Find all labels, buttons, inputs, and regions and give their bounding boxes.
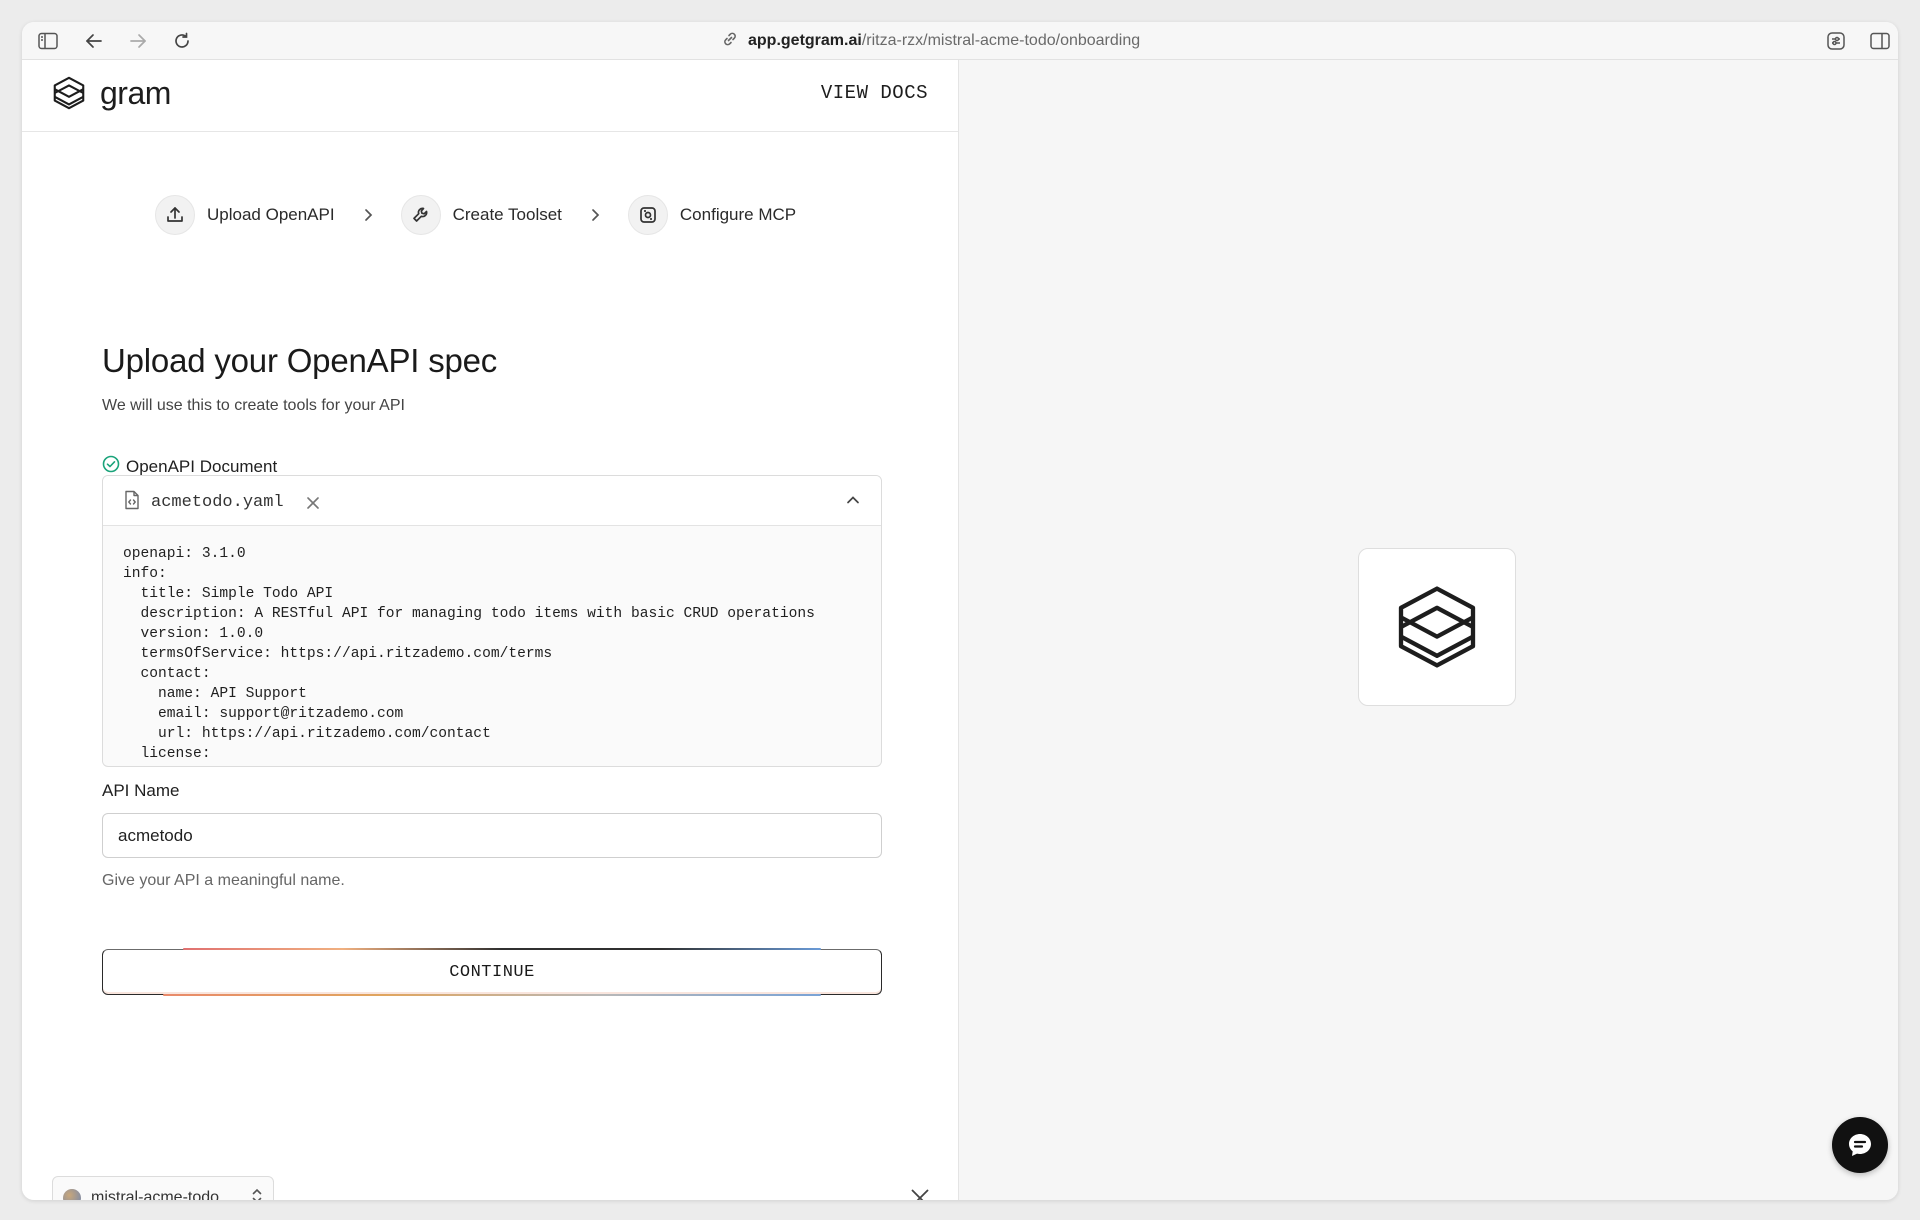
sidebar-toggle-icon[interactable] <box>38 31 58 51</box>
chevron-right-icon <box>590 208 600 222</box>
chat-support-button[interactable] <box>1832 1117 1888 1173</box>
gram-logo-large-icon <box>1398 586 1476 668</box>
document-header: acmetodo.yaml <box>103 476 881 526</box>
chat-bubble-icon <box>1849 1134 1871 1156</box>
logo-text: gram <box>100 74 171 111</box>
project-name: mistral-acme-todo <box>91 1189 220 1200</box>
chevron-up-down-icon <box>251 1187 263 1200</box>
split-view-icon[interactable] <box>1870 31 1890 51</box>
step-label: Create Toolset <box>452 205 562 224</box>
continue-button[interactable]: CONTINUE <box>102 948 882 996</box>
back-arrow-icon[interactable] <box>84 31 104 51</box>
address-bar[interactable]: app.getgram.ai/ritza-rzx/mistral-acme-to… <box>722 22 1140 60</box>
chevron-right-icon <box>363 208 373 222</box>
step-configure-mcp[interactable]: Configure MCP <box>627 195 797 235</box>
url-host: app.getgram.ai <box>748 32 862 49</box>
upload-icon <box>155 195 195 235</box>
app-header: gram VIEW DOCS <box>22 60 958 132</box>
onboarding-panel: gram VIEW DOCS Upload OpenAPI Create Too… <box>22 60 959 1200</box>
page-title: Upload your OpenAPI spec <box>102 342 498 379</box>
close-icon[interactable] <box>306 496 320 510</box>
code-preview[interactable]: openapi: 3.1.0 info: title: Simple Todo … <box>103 526 881 764</box>
file-chip: acmetodo.yaml <box>123 490 320 515</box>
api-name-hint: Give your API a meaningful name. <box>102 872 345 889</box>
chevron-up-icon[interactable] <box>845 492 861 508</box>
wrench-icon <box>400 195 441 235</box>
file-name: acmetodo.yaml <box>151 493 284 512</box>
api-name-input[interactable] <box>102 813 882 858</box>
step-label: Upload OpenAPI <box>207 205 335 224</box>
page-subtitle: We will use this to create tools for you… <box>102 397 405 414</box>
step-create-toolset[interactable]: Create Toolset <box>400 195 562 235</box>
code-file-icon <box>123 490 141 515</box>
gram-logo-icon <box>53 76 85 110</box>
reload-icon[interactable] <box>172 31 192 51</box>
project-switcher[interactable]: mistral-acme-todo <box>52 1176 274 1200</box>
step-upload-openapi[interactable]: Upload OpenAPI <box>155 195 335 235</box>
openapi-document-viewer: acmetodo.yaml openapi: 3.1.0 info: title… <box>102 475 882 767</box>
step-label: Configure MCP <box>679 205 797 224</box>
gram-logo-card <box>1358 548 1516 706</box>
forward-arrow-icon[interactable] <box>128 31 148 51</box>
gram-logo[interactable]: gram <box>50 74 171 112</box>
browser-toolbar: app.getgram.ai/ritza-rzx/mistral-acme-to… <box>22 22 1898 60</box>
url-path: /ritza-rzx/mistral-acme-todo/onboarding <box>861 32 1141 49</box>
view-docs-link[interactable]: VIEW DOCS <box>821 82 928 104</box>
x-social-icon[interactable] <box>910 1188 930 1200</box>
document-label-text: OpenAPI Document <box>126 456 278 476</box>
link-icon <box>722 31 738 52</box>
server-icon <box>627 195 668 235</box>
browser-window: app.getgram.ai/ritza-rzx/mistral-acme-to… <box>22 22 1898 1200</box>
onboarding-stepper: Upload OpenAPI Create Toolset Configure … <box>155 195 796 235</box>
extension-icon[interactable] <box>1826 31 1846 51</box>
api-name-label: API Name <box>102 781 180 800</box>
project-avatar <box>63 1189 81 1200</box>
